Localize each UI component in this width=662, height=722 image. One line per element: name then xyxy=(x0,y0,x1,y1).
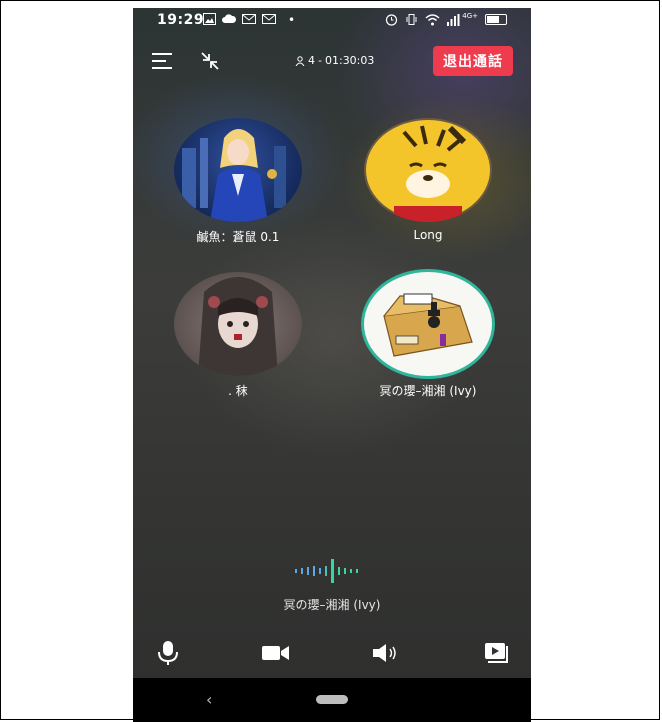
avatar xyxy=(174,118,302,222)
person-icon xyxy=(295,55,305,66)
tiger-avatar-icon xyxy=(366,120,490,222)
system-nav-bar: ‹ xyxy=(133,678,531,722)
participant-name: 鹹魚：蒼鼠 0.1 xyxy=(196,230,280,244)
alarm-icon xyxy=(386,14,398,26)
mail-icon xyxy=(242,14,256,24)
dot-icon: • xyxy=(288,13,296,27)
camera-button[interactable] xyxy=(259,636,293,670)
cloud-notification-icon xyxy=(222,14,236,23)
screen-share-icon xyxy=(485,643,508,663)
call-controls xyxy=(133,636,531,670)
home-pill[interactable] xyxy=(316,695,348,704)
gallery-notification-icon xyxy=(203,13,216,25)
network-label: 4G+ xyxy=(462,11,478,20)
voice-wave-icon xyxy=(295,559,358,583)
battery-icon xyxy=(485,14,507,25)
vibrate-icon xyxy=(406,14,417,25)
status-bar: 19:29 • 4G+ xyxy=(133,8,531,34)
back-icon[interactable]: ‹ xyxy=(206,690,212,709)
participant-count: 4 xyxy=(308,54,315,67)
participant-name: Long xyxy=(413,228,443,242)
anime-girl-avatar-icon xyxy=(182,129,286,222)
camera-icon xyxy=(262,646,289,660)
system-icons: 4G+ xyxy=(385,11,507,26)
separator-dash: - xyxy=(318,54,322,67)
microphone-button[interactable] xyxy=(151,636,185,670)
participant-tile[interactable]: . 秣 xyxy=(168,272,308,399)
exit-call-button[interactable]: 退出通話 xyxy=(433,46,513,76)
active-speaker-name: 冥の瓔–湘湘 (Ivy) xyxy=(283,598,381,612)
avatar-speaking xyxy=(364,272,492,376)
avatar xyxy=(364,118,492,222)
participant-name: . 秣 xyxy=(228,384,248,398)
menu-icon[interactable] xyxy=(152,53,172,69)
cardboard-box-avatar-icon xyxy=(383,293,473,357)
collapse-icon[interactable] xyxy=(199,50,221,72)
wifi-icon xyxy=(425,13,440,25)
participant-tile[interactable]: Long xyxy=(358,118,498,242)
signal-icon xyxy=(447,13,460,26)
notification-icons: • xyxy=(203,13,295,27)
call-info: 4 - 01:30:03 xyxy=(295,54,374,67)
participant-name: 冥の瓔–湘湘 (Ivy) xyxy=(379,384,477,398)
avatar xyxy=(174,272,302,376)
speaker-icon xyxy=(373,644,396,662)
participant-tile[interactable]: 鹹魚：蒼鼠 0.1 xyxy=(168,118,308,245)
phone-screen: 19:29 • 4G+ 4 - 01:30:03 退出通話 鹹魚：蒼鼠 0.1 … xyxy=(133,8,531,722)
speaker-button[interactable] xyxy=(369,636,403,670)
status-time: 19:29 xyxy=(157,12,205,28)
doll-photo-avatar-icon xyxy=(198,277,278,376)
call-duration: 01:30:03 xyxy=(324,54,375,67)
microphone-icon xyxy=(158,641,178,665)
participant-tile[interactable]: 冥の瓔–湘湘 (Ivy) xyxy=(358,272,498,399)
call-top-bar: 4 - 01:30:03 退出通話 xyxy=(133,44,531,80)
screen-share-button[interactable] xyxy=(479,636,513,670)
mail-icon-2 xyxy=(262,14,276,24)
